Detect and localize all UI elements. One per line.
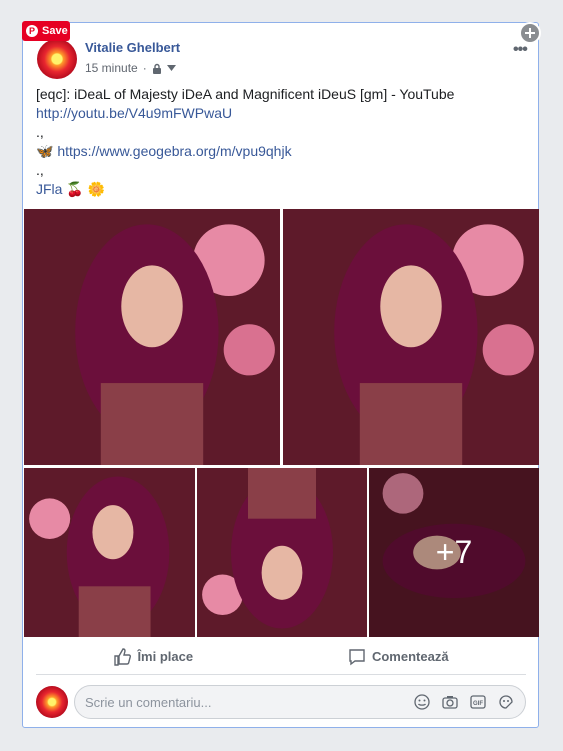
more-options-icon[interactable]: •••: [513, 41, 528, 59]
pinterest-icon: P: [26, 25, 38, 37]
comment-tools: GIF: [413, 693, 515, 711]
gif-icon[interactable]: GIF: [469, 693, 487, 711]
like-button[interactable]: Îmi place: [113, 647, 194, 666]
butterfly-emoji: 🦋: [36, 143, 54, 159]
post-card: Vitalie Ghelbert 15 minute · ••• [eqc]: …: [22, 22, 539, 728]
more-photos-count[interactable]: +7: [369, 468, 539, 637]
post-time[interactable]: 15 minute: [85, 61, 138, 75]
comment-box[interactable]: GIF: [74, 685, 526, 719]
comment-input[interactable]: [85, 694, 413, 710]
comment-icon: [349, 648, 365, 665]
post-line-5: .,: [36, 162, 44, 178]
action-bar: Îmi place Comentează: [36, 639, 526, 675]
comment-label: Comentează: [371, 649, 449, 664]
photo-2[interactable]: [283, 209, 539, 465]
comment-button[interactable]: Comentează: [348, 648, 449, 666]
post-line-3: .,: [36, 124, 44, 140]
post-text: [eqc]: iDeaL of Majesty iDeA and Magnifi…: [36, 85, 526, 199]
lock-icon: [152, 63, 161, 74]
photo-1[interactable]: [24, 209, 280, 465]
comment-row: GIF: [36, 685, 526, 719]
photo-grid: +7: [24, 209, 539, 637]
geogebra-link[interactable]: https://www.geogebra.org/m/vpu9qhjk: [57, 143, 291, 159]
youtube-link[interactable]: http://youtu.be/V4u9mFWPwaU: [36, 104, 526, 123]
author-name[interactable]: Vitalie Ghelbert: [85, 40, 180, 55]
hashtag-link[interactable]: JFla: [36, 181, 62, 197]
save-label: Save: [42, 25, 68, 37]
like-label: Îmi place: [137, 649, 194, 664]
cherries-emoji: 🍒: [66, 181, 84, 197]
pinterest-save-button[interactable]: P Save: [22, 21, 70, 41]
photo-4[interactable]: [197, 468, 367, 637]
photo-3[interactable]: [24, 468, 195, 637]
camera-icon[interactable]: [441, 693, 459, 711]
chevron-down-icon[interactable]: [166, 65, 176, 71]
svg-text:GIF: GIF: [473, 701, 483, 707]
current-user-avatar: [36, 686, 68, 718]
thumbs-up-icon: [114, 647, 132, 666]
author-avatar[interactable]: [37, 39, 77, 79]
post-meta: 15 minute ·: [85, 61, 176, 75]
emoji-icon[interactable]: [413, 693, 431, 711]
blossom-emoji: 🌼: [87, 181, 106, 197]
sticker-icon[interactable]: [497, 693, 515, 711]
photo-5[interactable]: +7: [369, 468, 539, 637]
post-line-1: [eqc]: iDeaL of Majesty iDeA and Magnifi…: [36, 86, 455, 102]
separator-dot: ·: [142, 61, 147, 75]
expand-icon[interactable]: [519, 22, 541, 44]
